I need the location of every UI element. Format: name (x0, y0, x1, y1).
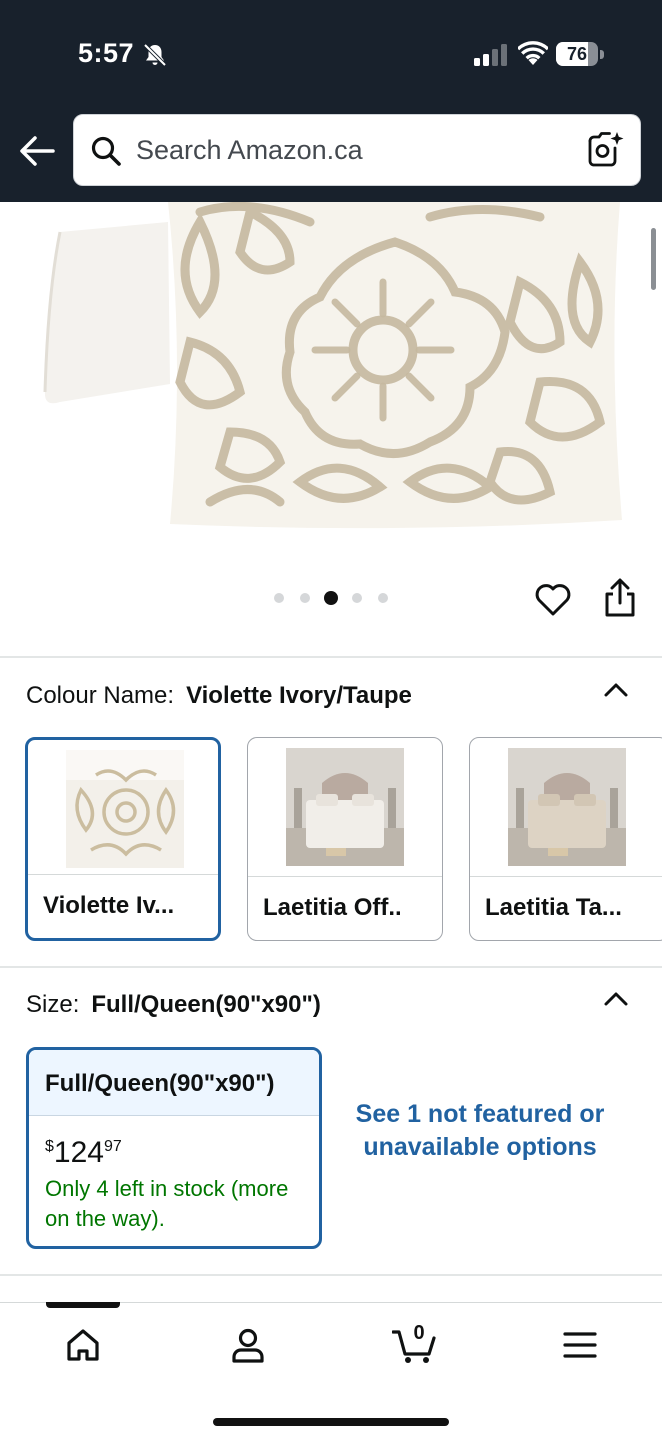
colour-swatch-violette[interactable]: Violette Iv... (25, 737, 221, 941)
section-divider (0, 1274, 662, 1276)
price: $12497 (45, 1136, 122, 1169)
pagination-dot[interactable] (300, 593, 310, 603)
back-arrow-icon[interactable] (18, 134, 56, 168)
cart-count: 0 (413, 1322, 425, 1344)
heart-icon[interactable] (533, 580, 573, 618)
battery-level: 76 (566, 44, 588, 64)
colour-swatch-laetitia-off[interactable]: Laetitia Off.. (247, 737, 443, 941)
size-option-title: Full/Queen(90"x90") (29, 1050, 319, 1116)
colour-swatch-laetitia-taupe[interactable]: Laetitia Ta... (469, 737, 662, 941)
product-image[interactable] (0, 202, 662, 554)
size-label: Size: (26, 991, 80, 1018)
size-option-card[interactable]: Full/Queen(90"x90") $12497 Only 4 left i… (26, 1047, 322, 1249)
share-icon[interactable] (602, 578, 638, 618)
active-tab-indicator (46, 1302, 120, 1308)
camera-scan-icon[interactable] (587, 131, 625, 169)
section-divider (0, 656, 662, 658)
pagination-dot[interactable] (352, 593, 362, 603)
battery-icon: 76 (556, 40, 604, 68)
pagination-dot-active[interactable] (324, 591, 338, 605)
swatch-thumbnail (508, 748, 626, 866)
colour-name-value: Violette Ivory/Taupe (186, 682, 412, 709)
swatch-label: Laetitia Ta... (470, 876, 662, 940)
swatch-label: Laetitia Off.. (248, 876, 442, 940)
section-divider (0, 966, 662, 968)
home-indicator[interactable] (213, 1418, 449, 1426)
status-bar: 5:57 76 (0, 0, 662, 100)
colour-name-label: Colour Name: (26, 682, 175, 709)
pillow-photo (43, 202, 622, 529)
search-input[interactable] (136, 115, 556, 185)
header (0, 100, 662, 202)
see-unavailable-options-link[interactable]: See 1 not featured or unavailable option… (352, 1098, 608, 1164)
pagination-dot[interactable] (378, 593, 388, 603)
swatch-thumbnail (286, 748, 404, 866)
swatch-label: Violette Iv... (28, 874, 218, 938)
image-pagination-dots (270, 588, 400, 608)
colour-name-row: Colour Name: Violette Ivory/Taupe (26, 682, 412, 710)
bell-slash-icon (143, 43, 167, 67)
scroll-indicator[interactable] (651, 228, 656, 290)
chevron-up-icon[interactable] (603, 989, 629, 1007)
swatch-thumbnail (66, 750, 184, 868)
stock-status: Only 4 left in stock (more on the way). (45, 1176, 289, 1231)
status-time: 5:57 (78, 38, 135, 68)
menu-icon[interactable] (560, 1325, 600, 1365)
chevron-up-icon[interactable] (603, 680, 629, 698)
wifi-icon (518, 41, 548, 65)
size-row: Size: Full/Queen(90"x90") (26, 991, 321, 1019)
search-box[interactable] (73, 114, 641, 186)
account-icon[interactable] (228, 1325, 268, 1365)
pagination-dot[interactable] (274, 593, 284, 603)
home-icon[interactable] (63, 1325, 103, 1365)
size-value: Full/Queen(90"x90") (91, 991, 321, 1018)
search-icon (91, 136, 121, 166)
cellular-signal-icon (474, 44, 507, 66)
